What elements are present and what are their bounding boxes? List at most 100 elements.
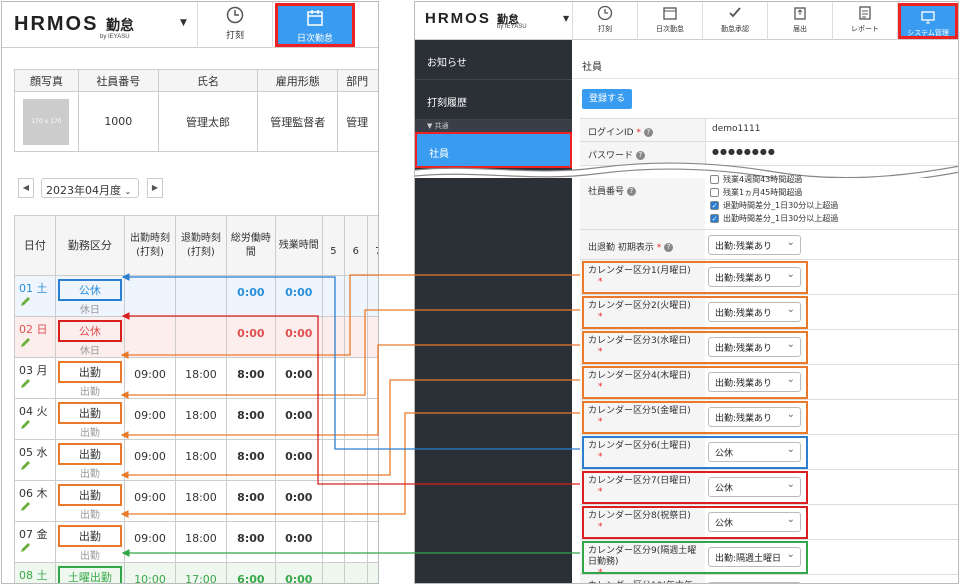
tab-request[interactable]: 届出 [768,5,832,39]
app-header: HRMOS 勤怠 by IEYASU ▼ 打刻 日次勤怠 勤怠承認 届出 レポート システ… [415,2,958,40]
date-cell: 01 土 [19,282,48,295]
work-kind[interactable]: 出勤 [57,443,122,465]
total-hours: 8:00 [225,480,276,522]
work-kind-sub: 休日 [79,346,100,357]
overtime: 0:00 [274,398,323,440]
tab-system-admin[interactable]: システム管理 [898,3,958,39]
clock-out: 18:00 [174,357,227,399]
prev-month-button[interactable]: ◀ [18,178,34,198]
tab-report[interactable]: レポート [833,5,897,39]
pencil-icon[interactable] [19,378,31,390]
work-kind[interactable]: 公休 [57,320,122,342]
month-select[interactable]: 2023年04月度 ⌄ [41,178,139,198]
checkbox[interactable]: ✓ [710,201,719,210]
sidebar-item-punch-history[interactable]: 打刻履歴 [415,80,572,120]
date-cell: 07 金 [19,528,48,541]
clock-out: 18:00 [174,398,227,440]
next-month-button[interactable]: ▶ [147,178,163,198]
clock-in: 09:00 [124,398,176,440]
overtime: 0:00 [274,439,323,481]
tab-approval[interactable]: 勤怠承認 [703,5,767,39]
clock-out: 18:00 [174,439,227,481]
table-row[interactable]: 02 日公休 休日 0:00 0:00 [14,316,378,358]
work-kind-sub: 休日 [79,305,100,316]
clock-in [124,316,176,358]
default-display-select[interactable]: 出勤:残業あり [708,235,801,255]
checkbox[interactable] [710,175,719,184]
date-cell: 04 火 [19,405,48,418]
default-display-row: 出退勤 初期表示 * ? 出勤:残業あり [580,230,958,260]
alert-checkbox-item[interactable]: 残業4週間43時間超過 [710,174,838,187]
profile-header-photo: 顔写真 [14,69,79,92]
pencil-icon[interactable] [19,583,31,584]
table-row[interactable]: 07 金出勤 出勤 09:00 18:00 8:00 0:00 [14,521,378,563]
tab-punch[interactable]: 打刻 [573,5,637,39]
login-id-value[interactable]: demo1111 [712,124,760,134]
tab-punch[interactable]: 打刻 [202,6,268,46]
total-hours: 6:00 [225,562,276,583]
tab-daily-attendance[interactable]: 日次勤怠 [275,3,355,47]
highlight-box [582,296,808,329]
pencil-icon[interactable] [19,501,31,513]
help-icon[interactable]: ? [626,187,636,196]
highlight-box [582,331,808,364]
checkbox[interactable] [710,188,719,197]
work-kind[interactable]: 出勤 [57,484,122,506]
pencil-icon[interactable] [19,542,31,554]
page-title: 社員 [582,62,602,73]
employee-name: 管理太郎 [157,91,259,152]
alert-checkbox-item[interactable]: ✓ 出勤時間差分_1日30分以上超過 [710,213,838,226]
register-button[interactable]: 登録する [582,89,632,109]
daily-attendance-screen: HRMOS 勤怠 by IEYASU ▼ 打刻 日次勤怠 顔写真 社員番号 氏名… [1,1,379,584]
pencil-icon[interactable] [19,337,31,349]
highlight-box [582,261,808,294]
logo-dropdown-icon[interactable]: ▼ [563,14,569,23]
work-kind-sub: 出勤 [79,551,100,562]
help-icon[interactable]: ? [643,128,653,137]
table-row[interactable]: 08 土土曜出勤出勤10:0017:006:000:00 [14,562,378,584]
profile-header-number: 社員番号 [77,69,159,92]
date-cell: 02 日 [19,323,48,336]
alert-checkbox-item[interactable]: 残業1ヵ月45時間超過 [710,187,838,200]
logo-dropdown-icon[interactable]: ▼ [180,18,187,28]
app-logo: HRMOS 勤怠 by IEYASU [425,10,527,30]
help-icon[interactable]: ? [635,151,645,160]
pencil-icon[interactable] [19,460,31,472]
employee-number-row: 社員番号 ? 残業4週間43時間超過 残業1ヵ月45時間超過 ✓ 退勤時間差分_1日3… [580,175,958,230]
calendar-select[interactable] [708,582,801,583]
table-row[interactable]: 03 月出勤 出勤 09:00 18:00 8:00 0:00 [14,357,378,399]
work-kind[interactable]: 出勤 [57,525,122,547]
clock-in: 09:00 [124,521,176,563]
table-row[interactable]: 01 土公休 休日 0:00 0:00 [14,275,378,317]
comparison-figure: HRMOS 勤怠 by IEYASU ▼ 打刻 日次勤怠 顔写真 社員番号 氏名… [0,0,960,586]
help-icon[interactable]: ? [664,243,674,252]
clock-out: 18:00 [174,521,227,563]
work-kind[interactable]: 公休 [57,279,122,301]
pencil-icon[interactable] [19,419,31,431]
clock-in: 09:00 [124,357,176,399]
password-value[interactable]: ●●●●●●●● [712,147,776,156]
tab-daily-attendance[interactable]: 日次勤怠 [638,5,702,39]
highlight-box [582,366,808,399]
work-kind[interactable]: 出勤 [57,361,122,383]
pencil-icon[interactable] [19,296,31,308]
profile-header-name: 氏名 [157,69,259,92]
table-row[interactable]: 04 火出勤 出勤 09:00 18:00 8:00 0:00 [14,398,378,440]
table-row[interactable]: 05 水出勤 出勤 09:00 18:00 8:00 0:00 [14,439,378,481]
highlight-box [582,506,808,539]
clock-icon [597,5,613,21]
highlight-box [582,436,808,469]
calendar-label: カレンダー区分10(年末年* [588,581,703,583]
alert-checkbox-item[interactable]: ✓ 退勤時間差分_1日30分以上超過 [710,200,838,213]
col-header-day: 6 [344,215,368,276]
department: 管理 [337,91,378,152]
work-kind[interactable]: 土曜出勤 [57,566,122,583]
highlight-box [582,471,808,504]
table-row[interactable]: 06 木出勤 出勤 09:00 18:00 8:00 0:00 [14,480,378,522]
sidebar-item-notices[interactable]: お知らせ [415,40,572,80]
work-kind[interactable]: 出勤 [57,402,122,424]
clock-in [124,275,176,317]
document-icon [859,6,871,20]
login-id-label: ログインID * ? [588,125,653,138]
checkbox[interactable]: ✓ [710,214,719,223]
